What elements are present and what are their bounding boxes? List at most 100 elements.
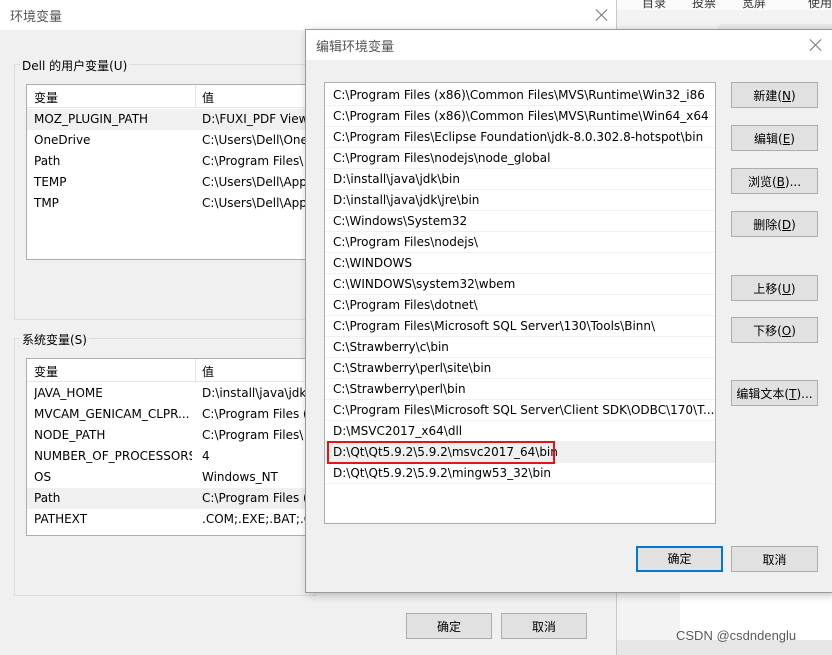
path-text: C:\Program Files (x86)\Common Files\MVS\… bbox=[333, 109, 709, 123]
path-item[interactable]: C:\Program Files (x86)\Common Files\MVS\… bbox=[325, 85, 715, 106]
dialog-title: 环境变量 bbox=[10, 10, 63, 25]
watermark: CSDN @csdndenglu bbox=[676, 628, 797, 643]
variable-value: C:\Program Files ( bbox=[202, 491, 308, 505]
path-item[interactable]: C:\WINDOWS\system32\wbem bbox=[325, 274, 715, 295]
menu-directory[interactable]: 目录 bbox=[642, 0, 666, 11]
column-header-value[interactable]: 值 bbox=[202, 363, 214, 380]
path-text: C:\Program Files\Microsoft SQL Server\Cl… bbox=[333, 403, 715, 417]
user-variable-row[interactable]: TEMP C:\Users\Dell\App bbox=[27, 172, 317, 193]
menu-use[interactable]: 使用 bbox=[808, 0, 832, 11]
path-item[interactable]: C:\Program Files\dotnet\ bbox=[325, 295, 715, 316]
close-icon[interactable] bbox=[808, 37, 824, 53]
system-variable-row[interactable]: OS Windows_NT bbox=[27, 467, 317, 488]
variable-value: .COM;.EXE;.BAT;.C bbox=[202, 512, 313, 526]
variable-name: TMP bbox=[34, 196, 59, 210]
variable-name: NUMBER_OF_PROCESSORS bbox=[34, 449, 192, 463]
delete-button[interactable]: 删除(D) bbox=[731, 211, 818, 237]
system-variable-row[interactable]: NODE_PATH C:\Program Files\ bbox=[27, 425, 317, 446]
dialog-titlebar: 编辑环境变量 bbox=[306, 30, 832, 60]
path-item[interactable]: D:\Qt\Qt5.9.2\5.9.2\mingw53_32\bin bbox=[325, 463, 715, 484]
menu-widescreen[interactable]: 宽屏 bbox=[742, 0, 766, 11]
edit-environment-variable-dialog: 编辑环境变量 C:\Program Files (x86)\Common Fil… bbox=[305, 29, 832, 593]
system-variable-row[interactable]: JAVA_HOME D:\install\java\jdk bbox=[27, 383, 317, 404]
path-text: C:\Program Files\Eclipse Foundation\jdk-… bbox=[333, 130, 704, 144]
variable-value: C:\Program Files\ bbox=[202, 428, 304, 442]
variable-value: C:\Users\Dell\App bbox=[202, 175, 307, 189]
variable-value: C:\Program Files ( bbox=[202, 407, 308, 421]
move-up-button[interactable]: 上移(U) bbox=[731, 275, 818, 301]
path-text: C:\Windows\System32 bbox=[333, 214, 468, 228]
path-item[interactable]: D:\MSVC2017_x64\dll bbox=[325, 421, 715, 442]
path-text: C:\Program Files\Microsoft SQL Server\13… bbox=[333, 319, 656, 333]
path-item[interactable]: C:\Program Files\Microsoft SQL Server\Cl… bbox=[325, 400, 715, 421]
dialog-title: 编辑环境变量 bbox=[316, 40, 395, 55]
path-item[interactable]: C:\Strawberry\c\bin bbox=[325, 337, 715, 358]
ok-button[interactable]: 确定 bbox=[636, 546, 723, 572]
path-text: C:\Program Files (x86)\Common Files\MVS\… bbox=[333, 88, 705, 102]
ok-button[interactable]: 确定 bbox=[406, 613, 492, 639]
system-variables-label: 系统变量(S) bbox=[20, 331, 89, 348]
menu-vote[interactable]: 投票 bbox=[692, 0, 716, 11]
path-item[interactable]: C:\Strawberry\perl\site\bin bbox=[325, 358, 715, 379]
variable-name: PATHEXT bbox=[34, 512, 88, 526]
path-list[interactable]: C:\Program Files (x86)\Common Files\MVS\… bbox=[324, 82, 716, 524]
path-item[interactable]: C:\Program Files\Microsoft SQL Server\13… bbox=[325, 316, 715, 337]
path-item[interactable]: D:\install\java\jdk\jre\bin bbox=[325, 190, 715, 211]
variable-value: C:\Users\Dell\App bbox=[202, 196, 307, 210]
browse-button[interactable]: 浏览(B)... bbox=[731, 168, 818, 194]
edit-button[interactable]: 编辑(E) bbox=[731, 125, 818, 151]
path-item[interactable]: C:\Program Files\nodejs\ bbox=[325, 232, 715, 253]
path-text: C:\Program Files\dotnet\ bbox=[333, 298, 478, 312]
variable-value: C:\Program Files\ bbox=[202, 154, 304, 168]
variable-name: TEMP bbox=[34, 175, 67, 189]
variable-value: C:\Users\Dell\One bbox=[202, 133, 308, 147]
path-item[interactable]: C:\Program Files (x86)\Common Files\MVS\… bbox=[325, 106, 715, 127]
user-variable-row[interactable]: MOZ_PLUGIN_PATH D:\FUXI_PDF View bbox=[27, 109, 317, 130]
user-variable-row[interactable]: TMP C:\Users\Dell\App bbox=[27, 193, 317, 214]
column-header-value[interactable]: 值 bbox=[202, 89, 214, 106]
close-icon[interactable] bbox=[594, 7, 610, 23]
variable-name: JAVA_HOME bbox=[34, 386, 103, 400]
user-variables-list[interactable]: 变量 值 MOZ_PLUGIN_PATH D:\FUXI_PDF View On… bbox=[26, 84, 318, 260]
path-item[interactable]: D:\install\java\jdk\bin bbox=[325, 169, 715, 190]
path-text: D:\install\java\jdk\bin bbox=[333, 172, 460, 186]
system-variables-list[interactable]: 变量 值 JAVA_HOME D:\install\java\jdk MVCAM… bbox=[26, 358, 318, 536]
user-variable-row[interactable]: Path C:\Program Files\ bbox=[27, 151, 317, 172]
variable-name: MOZ_PLUGIN_PATH bbox=[34, 112, 149, 126]
move-down-button[interactable]: 下移(O) bbox=[731, 317, 818, 343]
system-variable-row-path[interactable]: Path C:\Program Files ( bbox=[27, 488, 317, 509]
path-item-selected[interactable]: D:\Qt\Qt5.9.2\5.9.2\msvc2017_64\bin bbox=[325, 441, 715, 464]
system-variable-row[interactable]: MVCAM_GENICAM_CLPR... C:\Program Files ( bbox=[27, 404, 317, 425]
user-variable-row[interactable]: OneDrive C:\Users\Dell\One bbox=[27, 130, 317, 151]
variable-name: OS bbox=[34, 470, 52, 484]
path-item[interactable]: C:\Program Files\Eclipse Foundation\jdk-… bbox=[325, 127, 715, 148]
cancel-button[interactable]: 取消 bbox=[501, 613, 587, 639]
path-text: C:\Strawberry\perl\site\bin bbox=[333, 361, 492, 375]
list-header: 变量 值 bbox=[27, 85, 317, 108]
system-variable-row[interactable]: NUMBER_OF_PROCESSORS 4 bbox=[27, 446, 317, 467]
path-item[interactable]: C:\WINDOWS bbox=[325, 253, 715, 274]
variable-name: Path bbox=[34, 491, 61, 505]
variable-value: D:\FUXI_PDF View bbox=[202, 112, 309, 126]
system-variable-row[interactable]: PATHEXT .COM;.EXE;.BAT;.C bbox=[27, 509, 317, 530]
column-header-name[interactable]: 变量 bbox=[34, 363, 58, 380]
variable-name: Path bbox=[34, 154, 61, 168]
column-header-name[interactable]: 变量 bbox=[34, 89, 58, 106]
path-text: C:\WINDOWS\system32\wbem bbox=[333, 277, 516, 291]
edit-text-button[interactable]: 编辑文本(T)... bbox=[731, 380, 818, 406]
cancel-button[interactable]: 取消 bbox=[731, 546, 818, 572]
path-text: C:\Strawberry\perl\bin bbox=[333, 382, 466, 396]
path-item[interactable]: C:\Strawberry\perl\bin bbox=[325, 379, 715, 400]
path-text: C:\WINDOWS bbox=[333, 256, 413, 270]
path-item[interactable]: C:\Program Files\nodejs\node_global bbox=[325, 148, 715, 169]
variable-value: 4 bbox=[202, 449, 210, 463]
path-item[interactable]: C:\Windows\System32 bbox=[325, 211, 715, 232]
variable-name: NODE_PATH bbox=[34, 428, 106, 442]
path-text: D:\Qt\Qt5.9.2\5.9.2\msvc2017_64\bin bbox=[333, 445, 558, 459]
new-button[interactable]: 新建(N) bbox=[731, 82, 818, 108]
dialog-titlebar: 环境变量 bbox=[0, 0, 616, 30]
path-text: C:\Program Files\nodejs\ bbox=[333, 235, 478, 249]
path-text: D:\install\java\jdk\jre\bin bbox=[333, 193, 480, 207]
user-variables-label: Dell 的用户变量(U) bbox=[20, 57, 130, 74]
path-text: D:\MSVC2017_x64\dll bbox=[333, 424, 463, 438]
